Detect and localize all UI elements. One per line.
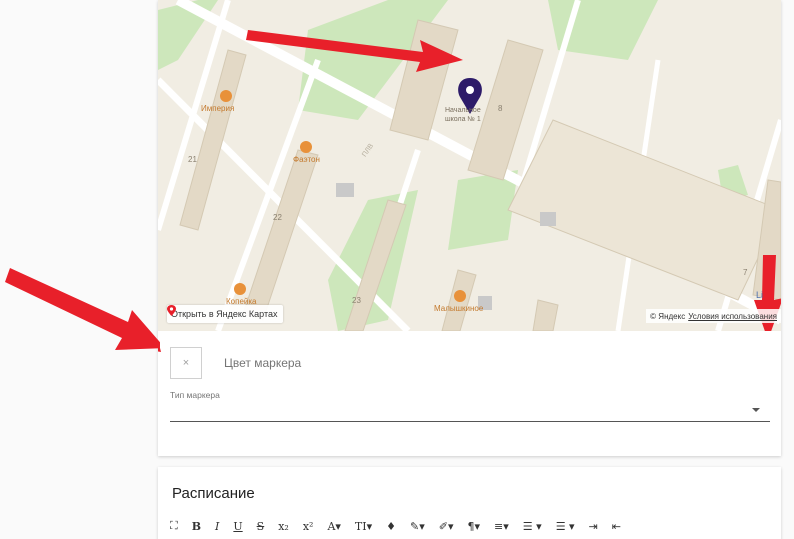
map-canvas — [158, 0, 781, 331]
school-label: Начальное школа № 1 — [445, 107, 481, 123]
ordered-list-icon[interactable]: ☰ ▾ — [523, 520, 542, 533]
outdent-icon[interactable]: ⇤ — [612, 520, 621, 533]
marker-icon[interactable]: ✐▾ — [439, 520, 454, 533]
building-number-8: 8 — [498, 104, 503, 113]
open-in-yandex-link[interactable]: Открыть в Яндекс Картах — [167, 305, 284, 323]
open-in-yandex-label: Открыть в Яндекс Картах — [171, 309, 278, 319]
font-size-icon[interactable]: TI▾ — [355, 520, 372, 533]
building-number-7: 7 — [743, 268, 748, 277]
fullscreen-icon[interactable]: ⛶ — [170, 519, 178, 533]
building-number-22: 22 — [273, 213, 282, 222]
editor-toolbar: ⛶ B I U S x₂ x² A▾ TI▾ ♦ ✎▾ ✐▾ ¶▾ ≡▾ ☰ ▾… — [170, 517, 635, 535]
copyright-text: © Яндекс — [650, 311, 686, 321]
bold-icon[interactable]: B — [192, 520, 201, 533]
map-card: Империя Фаэтон Копейка Малышкиное 21 22 … — [158, 0, 781, 456]
clear-color-icon: × — [182, 357, 190, 369]
unordered-list-icon[interactable]: ☰ ▾ — [556, 520, 575, 533]
map-pin-icon — [167, 305, 176, 316]
align-icon[interactable]: ≡▾ — [494, 520, 509, 533]
page: Империя Фаэтон Копейка Малышкиное 21 22 … — [0, 0, 794, 539]
poi-label-malyshkinoe: Малышкиное — [434, 304, 484, 313]
font-color-icon[interactable]: A▾ — [327, 520, 340, 533]
left-arrow — [5, 268, 160, 350]
poi-label-imperiya: Империя — [201, 104, 235, 113]
underline-icon[interactable]: U — [233, 520, 242, 533]
brush-icon[interactable]: ✎▾ — [410, 520, 425, 533]
schedule-card: Расписание ⛶ B I U S x₂ x² A▾ TI▾ ♦ ✎▾ ✐… — [158, 467, 781, 539]
italic-icon[interactable]: I — [215, 520, 219, 533]
marker-color-picker[interactable]: × — [170, 347, 202, 379]
building-number-21: 21 — [188, 155, 197, 164]
schedule-title: Расписание — [172, 485, 255, 502]
building-number-23: 23 — [352, 296, 361, 305]
fill-icon[interactable]: ♦ — [386, 520, 396, 533]
superscript-icon[interactable]: x² — [303, 520, 314, 533]
poi-label-faeton: Фаэтон — [293, 155, 320, 164]
marker-type-select[interactable] — [170, 400, 770, 422]
paragraph-icon[interactable]: ¶▾ — [468, 520, 481, 533]
marker-color-row: × Цвет маркера — [170, 347, 301, 379]
map-copyright: © Яндекс Условия использования — [646, 309, 781, 323]
terms-link[interactable]: Условия использования — [688, 312, 777, 321]
corner-badge: Li — [756, 290, 764, 300]
marker-type-label: Тип маркера — [170, 390, 220, 400]
marker-color-label: Цвет маркера — [224, 356, 302, 370]
yandex-map[interactable]: Империя Фаэтон Копейка Малышкиное 21 22 … — [158, 0, 781, 331]
chevron-down-icon — [752, 408, 760, 412]
subscript-icon[interactable]: x₂ — [278, 520, 289, 533]
strikethrough-icon[interactable]: S — [257, 520, 265, 533]
indent-icon[interactable]: ⇥ — [589, 520, 598, 533]
